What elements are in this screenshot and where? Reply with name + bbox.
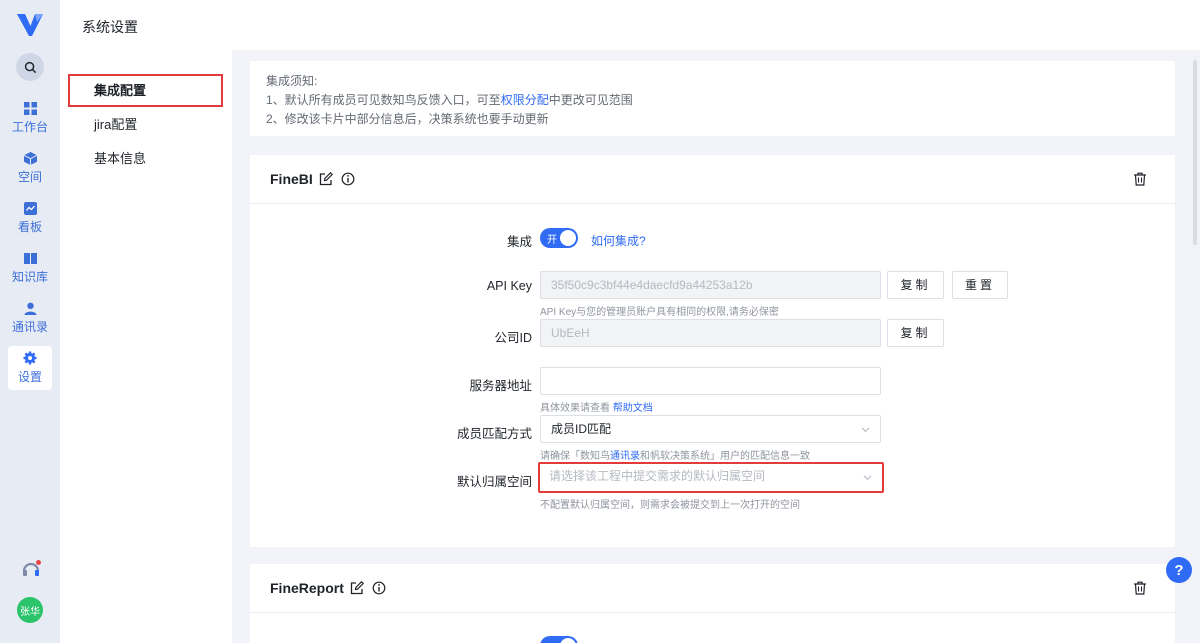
company-id-label: 公司ID: [494, 331, 532, 345]
card-header: FineReport: [250, 564, 1175, 613]
integrate-label: 集成: [506, 235, 532, 249]
search-icon: [24, 61, 36, 73]
default-space-select[interactable]: 请选择该工程中提交需求的默认归属空间: [538, 462, 884, 493]
trash-icon[interactable]: [1133, 172, 1147, 186]
rail-item-contacts[interactable]: 通讯录: [8, 296, 52, 340]
contacts-link[interactable]: 通讯录: [610, 451, 640, 462]
info-icon[interactable]: [341, 172, 355, 186]
server-address-label: 服务器地址: [469, 379, 532, 393]
info-icon[interactable]: [372, 581, 386, 595]
notice-title: 集成须知:: [266, 74, 318, 88]
edit-icon[interactable]: [319, 172, 333, 186]
help-doc-link[interactable]: 帮助文档: [613, 403, 653, 414]
book-icon: [23, 251, 37, 265]
default-space-hint: 不配置默认归属空间，则需求会被提交到上一次打开的空间: [540, 500, 800, 511]
integration-notice: 集成须知: 1、默认所有成员可见数知鸟反馈入口，可至权限分配中更改可见范围 2、…: [250, 61, 1175, 136]
scrollbar[interactable]: [1193, 60, 1197, 245]
api-key-field[interactable]: 35f50c9c3bf44e4daecfd9a44253a12b: [540, 271, 881, 299]
grid-icon: [23, 101, 37, 115]
rail-item-label: 通讯录: [11, 320, 48, 334]
rail-item-settings[interactable]: 设置: [8, 346, 52, 390]
trash-icon[interactable]: [1133, 581, 1147, 595]
api-key-label: API Key: [486, 279, 532, 293]
notice-line-1-suffix: 中更改可见范围: [548, 93, 633, 107]
api-key-hint: API Key与您的管理员账户具有相同的权限,请务必保密: [540, 307, 779, 318]
subnav-item-jira[interactable]: jira配置: [68, 108, 223, 141]
rail-item-board[interactable]: 看板: [8, 196, 52, 240]
rail-item-label: 工作台: [11, 120, 48, 134]
integrate-toggle[interactable]: 开: [540, 228, 578, 248]
chart-board-icon: [23, 201, 37, 215]
match-hint-text: 请确保「数知鸟: [540, 451, 610, 462]
rail-item-space[interactable]: 空间: [8, 146, 52, 190]
notification-dot: [36, 560, 41, 565]
finebi-card: FineBI 集成 开 如何集成? API Key 35f50c9c3bf44e…: [250, 155, 1175, 547]
match-hint-suffix: 和帆软决策系统」用户的匹配信息一致: [640, 451, 810, 462]
gear-icon: [23, 351, 37, 365]
default-space-label: 默认归属空间: [456, 475, 532, 489]
server-hint-text: 具体效果请查看: [540, 403, 610, 414]
server-address-input[interactable]: [540, 367, 881, 395]
chevron-down-icon: [863, 475, 872, 481]
member-match-label: 成员匹配方式: [456, 427, 532, 441]
copy-api-key-button[interactable]: 复制: [887, 271, 944, 299]
subnav-item-basic-info[interactable]: 基本信息: [68, 142, 223, 175]
search-button[interactable]: [16, 53, 44, 81]
reset-api-key-button[interactable]: 重置: [952, 271, 1008, 299]
rail-item-knowledge[interactable]: 知识库: [8, 246, 52, 290]
page-title: 系统设置: [82, 19, 138, 35]
toggle-knob: [560, 230, 576, 246]
integrate-toggle[interactable]: [540, 636, 578, 643]
how-to-integrate-link[interactable]: 如何集成?: [591, 232, 646, 249]
cube-icon: [23, 151, 37, 165]
edit-icon[interactable]: [350, 581, 364, 595]
chevron-down-icon: [861, 427, 870, 433]
member-match-value: 成员ID匹配: [551, 422, 612, 436]
rail-item-label: 设置: [17, 370, 42, 384]
card-title: FineBI: [270, 171, 313, 187]
server-address-hint: 具体效果请查看 帮助文档: [540, 399, 653, 414]
card-header: FineBI: [250, 155, 1175, 204]
rail-item-label: 看板: [17, 220, 42, 234]
member-match-hint: 请确保「数知鸟通讯录和帆软决策系统」用户的匹配信息一致: [540, 447, 810, 462]
help-button[interactable]: ?: [1166, 557, 1192, 583]
app-logo[interactable]: [15, 10, 45, 40]
toggle-knob: [560, 638, 576, 643]
avatar[interactable]: 张华: [17, 597, 43, 623]
notice-line-2: 2、修改该卡片中部分信息后，决策系统也要手动更新: [266, 112, 549, 126]
notice-line-1: 1、默认所有成员可见数知鸟反馈入口，可至权限分配中更改可见范围: [266, 91, 1159, 110]
member-match-select[interactable]: 成员ID匹配: [540, 415, 881, 443]
rail-item-label: 知识库: [11, 270, 48, 284]
card-title: FineReport: [270, 580, 344, 596]
person-icon: [23, 301, 37, 315]
subnav-item-integration[interactable]: 集成配置: [68, 74, 223, 107]
finereport-card: FineReport: [250, 564, 1175, 643]
permission-link[interactable]: 权限分配: [501, 93, 549, 107]
top-bar: 系统设置: [60, 0, 1200, 50]
rail-item-label: 空间: [17, 170, 42, 184]
notice-line-1-text: 1、默认所有成员可见数知鸟反馈入口，可至: [266, 93, 501, 107]
settings-subnav: 集成配置 jira配置 基本信息: [60, 50, 232, 643]
toggle-label: 开: [547, 235, 557, 246]
company-id-field[interactable]: UbEeH: [540, 319, 881, 347]
rail-item-workbench[interactable]: 工作台: [8, 96, 52, 140]
default-space-placeholder: 请选择该工程中提交需求的默认归属空间: [549, 469, 766, 483]
copy-company-id-button[interactable]: 复制: [887, 319, 944, 347]
left-rail: 工作台 空间 看板 知识库 通讯录 设置 张华: [0, 0, 60, 643]
